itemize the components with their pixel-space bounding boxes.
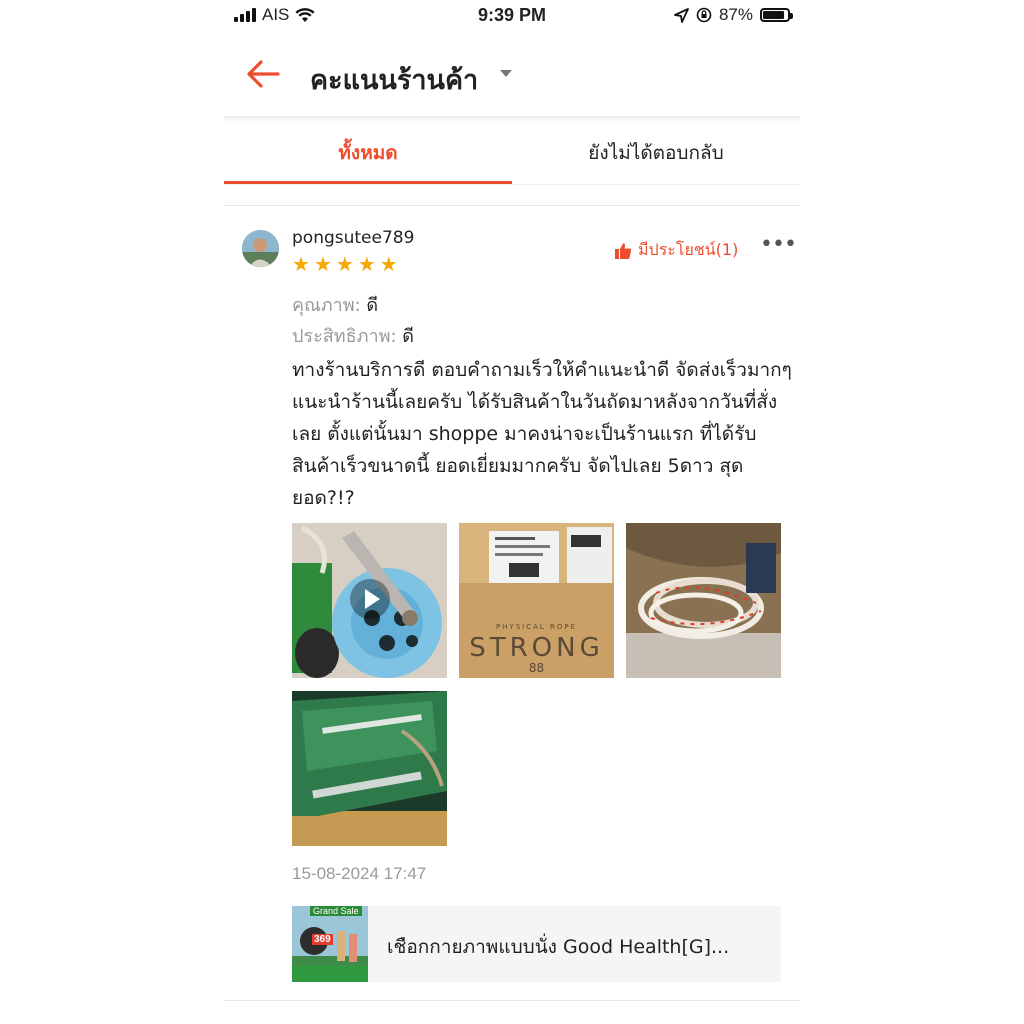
review-date: 15-08-2024 17:47 <box>292 864 427 883</box>
review-video-thumbnail[interactable] <box>292 523 447 678</box>
star-icon: ★ <box>379 252 398 276</box>
page-title[interactable]: คะแนนร้านค้า <box>310 58 478 101</box>
caret-down-icon[interactable] <box>500 70 512 77</box>
quality-label: คุณภาพ: <box>292 295 361 316</box>
orientation-lock-icon <box>696 7 712 23</box>
battery-icon <box>760 8 793 22</box>
box-strong-text: STRONG <box>469 633 604 663</box>
product-thumbnail[interactable]: Grand Sale 369 <box>292 906 368 982</box>
tab-bar: ทั้งหมด ยังไม่ได้ตอบกลับ <box>224 124 800 186</box>
star-icon: ★ <box>313 252 332 276</box>
review-image-rope[interactable] <box>626 523 781 678</box>
efficiency-value: ดี <box>402 326 414 347</box>
star-icon: ★ <box>357 252 376 276</box>
star-icon: ★ <box>335 252 354 276</box>
tab-unreplied[interactable]: ยังไม่ได้ตอบกลับ <box>512 124 800 182</box>
review-image-package[interactable] <box>292 691 447 846</box>
avatar[interactable] <box>242 230 279 267</box>
efficiency-row: ประสิทธิภาพ: ดี <box>292 321 414 350</box>
grand-sale-badge: Grand Sale <box>310 906 362 916</box>
review-image-box[interactable]: PHYSICAL ROPE STRONG 88 <box>459 523 614 678</box>
tab-all[interactable]: ทั้งหมด <box>224 124 512 182</box>
phone-screen: AIS 9:39 PM 87% คะแนนร้านค้า ทั้งหมด ยัง… <box>224 0 800 1024</box>
more-options-icon[interactable]: ••• <box>760 232 797 257</box>
efficiency-label: ประสิทธิภาพ: <box>292 326 397 347</box>
product-name: เชือกกายภาพแบบนั่ง Good Health[G]... <box>387 936 730 958</box>
helpful-button[interactable]: มีประโยชน์(1) <box>614 238 738 263</box>
bottom-divider <box>224 1000 800 1001</box>
header-shadow <box>224 116 800 122</box>
reviewer-username[interactable]: pongsutee789 <box>292 228 414 248</box>
box-top-text: PHYSICAL ROPE <box>495 623 578 631</box>
status-bar: AIS 9:39 PM 87% <box>224 0 800 34</box>
quality-value: ดี <box>366 295 379 316</box>
arrow-left-icon[interactable] <box>244 58 284 90</box>
rating-stars: ★ ★ ★ ★ ★ <box>292 253 398 275</box>
product-link[interactable]: Grand Sale 369 เชือกกายภาพแบบนั่ง Good H… <box>292 906 781 982</box>
quality-row: คุณภาพ: ดี <box>292 290 378 319</box>
app-header: คะแนนร้านค้า <box>224 40 800 112</box>
tabs-divider <box>224 184 800 185</box>
star-icon: ★ <box>292 252 310 276</box>
thumbs-up-icon <box>615 242 632 259</box>
status-right: 87% <box>674 5 793 25</box>
price-badge: 369 <box>312 934 333 945</box>
review-comment: ทางร้านบริการดี ตอบคำถามเร็วให้คำแนะนำดี… <box>292 359 792 509</box>
battery-percent: 87% <box>718 5 753 24</box>
box-number-text: 88 <box>528 661 545 675</box>
helpful-label: มีประโยชน์(1) <box>638 240 739 259</box>
play-icon[interactable] <box>349 578 391 620</box>
location-icon <box>674 7 689 23</box>
section-divider <box>224 205 800 206</box>
